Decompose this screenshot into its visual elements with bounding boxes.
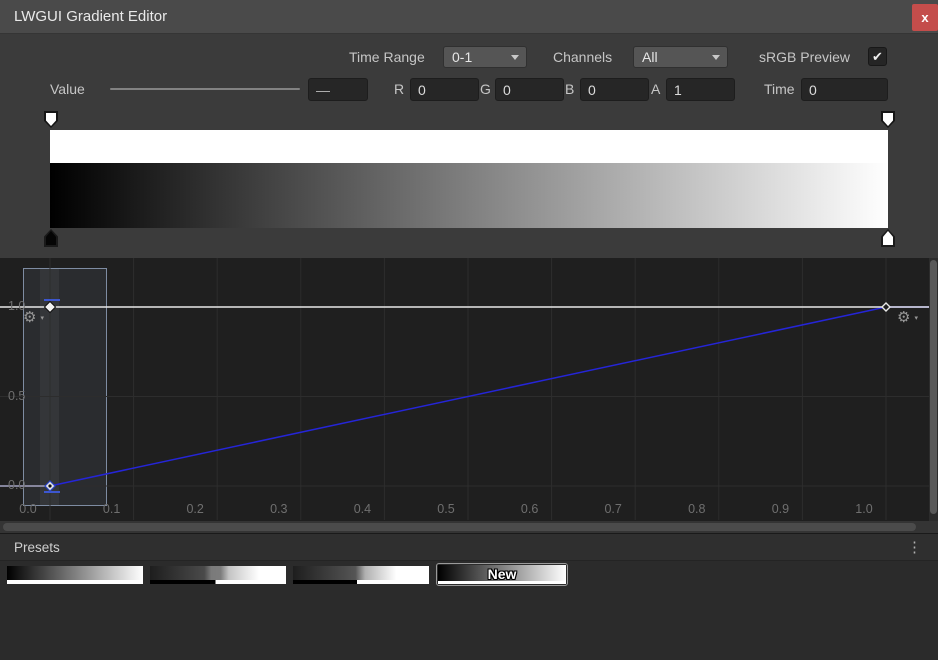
value-label: Value: [50, 78, 85, 100]
caret-down-icon: ▾: [40, 310, 44, 328]
presets-title: Presets: [14, 534, 60, 561]
alpha-key-marker-left[interactable]: [44, 111, 58, 128]
y-tick-label: 0.0: [8, 478, 36, 492]
gear-icon-right[interactable]: ⚙ ▾: [897, 309, 915, 327]
x-tick-label: 1.0: [850, 502, 878, 516]
time-range-value: 0-1: [452, 49, 472, 65]
kebab-menu-icon[interactable]: ⋮: [907, 534, 922, 561]
gear-icon-left[interactable]: ⚙ ▾: [23, 309, 41, 327]
x-tick-label: 0.4: [348, 502, 376, 516]
value-slider[interactable]: [110, 88, 300, 90]
g-field[interactable]: [495, 78, 564, 101]
y-tick-label: 0.5: [8, 389, 36, 403]
color-key-marker-right[interactable]: [881, 229, 895, 247]
presets-body: New: [0, 561, 938, 660]
alpha-key-marker-right[interactable]: [881, 111, 895, 128]
value-field[interactable]: [308, 78, 368, 101]
x-tick-label: 0.5: [432, 502, 460, 516]
close-button[interactable]: x: [912, 4, 938, 31]
check-icon: ✔: [872, 49, 883, 64]
chevron-down-icon: [511, 55, 519, 60]
new-button-label: New: [437, 564, 567, 585]
srgb-preview-label: sRGB Preview: [759, 46, 850, 68]
preset-alpha-bar: [7, 580, 143, 584]
x-tick-label: 0.9: [766, 502, 794, 516]
r-field[interactable]: [410, 78, 479, 101]
x-tick-label: 0.0: [14, 502, 42, 516]
x-tick-label: 0.3: [265, 502, 293, 516]
x-tick-label: 0.8: [683, 502, 711, 516]
curve-canvas: [0, 258, 938, 534]
preset-gradient: [7, 566, 143, 580]
channels-label: Channels: [553, 46, 612, 68]
gear-glyph: ⚙: [23, 309, 36, 326]
new-preset-button[interactable]: New: [436, 563, 568, 586]
gradient-preview-strip[interactable]: [50, 163, 888, 228]
srgb-preview-checkbox[interactable]: ✔: [868, 47, 887, 66]
preset-gradient: [150, 566, 286, 580]
time-label: Time: [764, 78, 795, 100]
b-label: B: [565, 78, 574, 100]
curve-editor[interactable]: ⚙ ▾ ⚙ ▾ 1.0 0.5 0.0 0.0 0.1 0.2 0.3 0.4 0.5 0.6 0…: [0, 258, 938, 534]
presets-header: Presets ⋮: [0, 534, 938, 561]
time-range-label: Time Range: [349, 46, 425, 68]
preset-gradient: [293, 566, 429, 580]
color-key-marker-left[interactable]: [44, 229, 58, 247]
x-tick-label: 0.2: [181, 502, 209, 516]
gear-glyph: ⚙: [897, 309, 910, 326]
window-title: LWGUI Gradient Editor: [14, 0, 167, 33]
selection-band: [40, 269, 59, 505]
vertical-scrollbar-thumb[interactable]: [930, 260, 937, 514]
gradient-editor-window: LWGUI Gradient Editor x Time Range 0-1 C…: [0, 0, 938, 660]
preset-swatch-2[interactable]: [150, 566, 286, 584]
b-field[interactable]: [580, 78, 649, 101]
x-tick-label: 0.7: [599, 502, 627, 516]
time-field[interactable]: [801, 78, 888, 101]
x-tick-label: 0.6: [516, 502, 544, 516]
caret-down-icon: ▾: [914, 310, 918, 328]
horizontal-scrollbar[interactable]: [0, 521, 938, 534]
title-bar[interactable]: LWGUI Gradient Editor x: [0, 0, 938, 34]
a-label: A: [651, 78, 660, 100]
horizontal-scrollbar-thumb[interactable]: [3, 523, 916, 531]
alpha-preview-strip[interactable]: [50, 130, 888, 163]
channels-dropdown[interactable]: All: [633, 46, 728, 68]
r-label: R: [394, 78, 404, 100]
chevron-down-icon: [712, 55, 720, 60]
preset-swatch-3[interactable]: [293, 566, 429, 584]
a-field[interactable]: [666, 78, 735, 101]
time-range-dropdown[interactable]: 0-1: [443, 46, 527, 68]
preset-alpha-bar: [293, 580, 429, 584]
vertical-scrollbar[interactable]: [929, 258, 938, 521]
preset-swatch-1[interactable]: [7, 566, 143, 584]
x-tick-label: 0.1: [98, 502, 126, 516]
preset-alpha-bar: [150, 580, 286, 584]
channels-value: All: [642, 49, 658, 65]
g-label: G: [480, 78, 491, 100]
